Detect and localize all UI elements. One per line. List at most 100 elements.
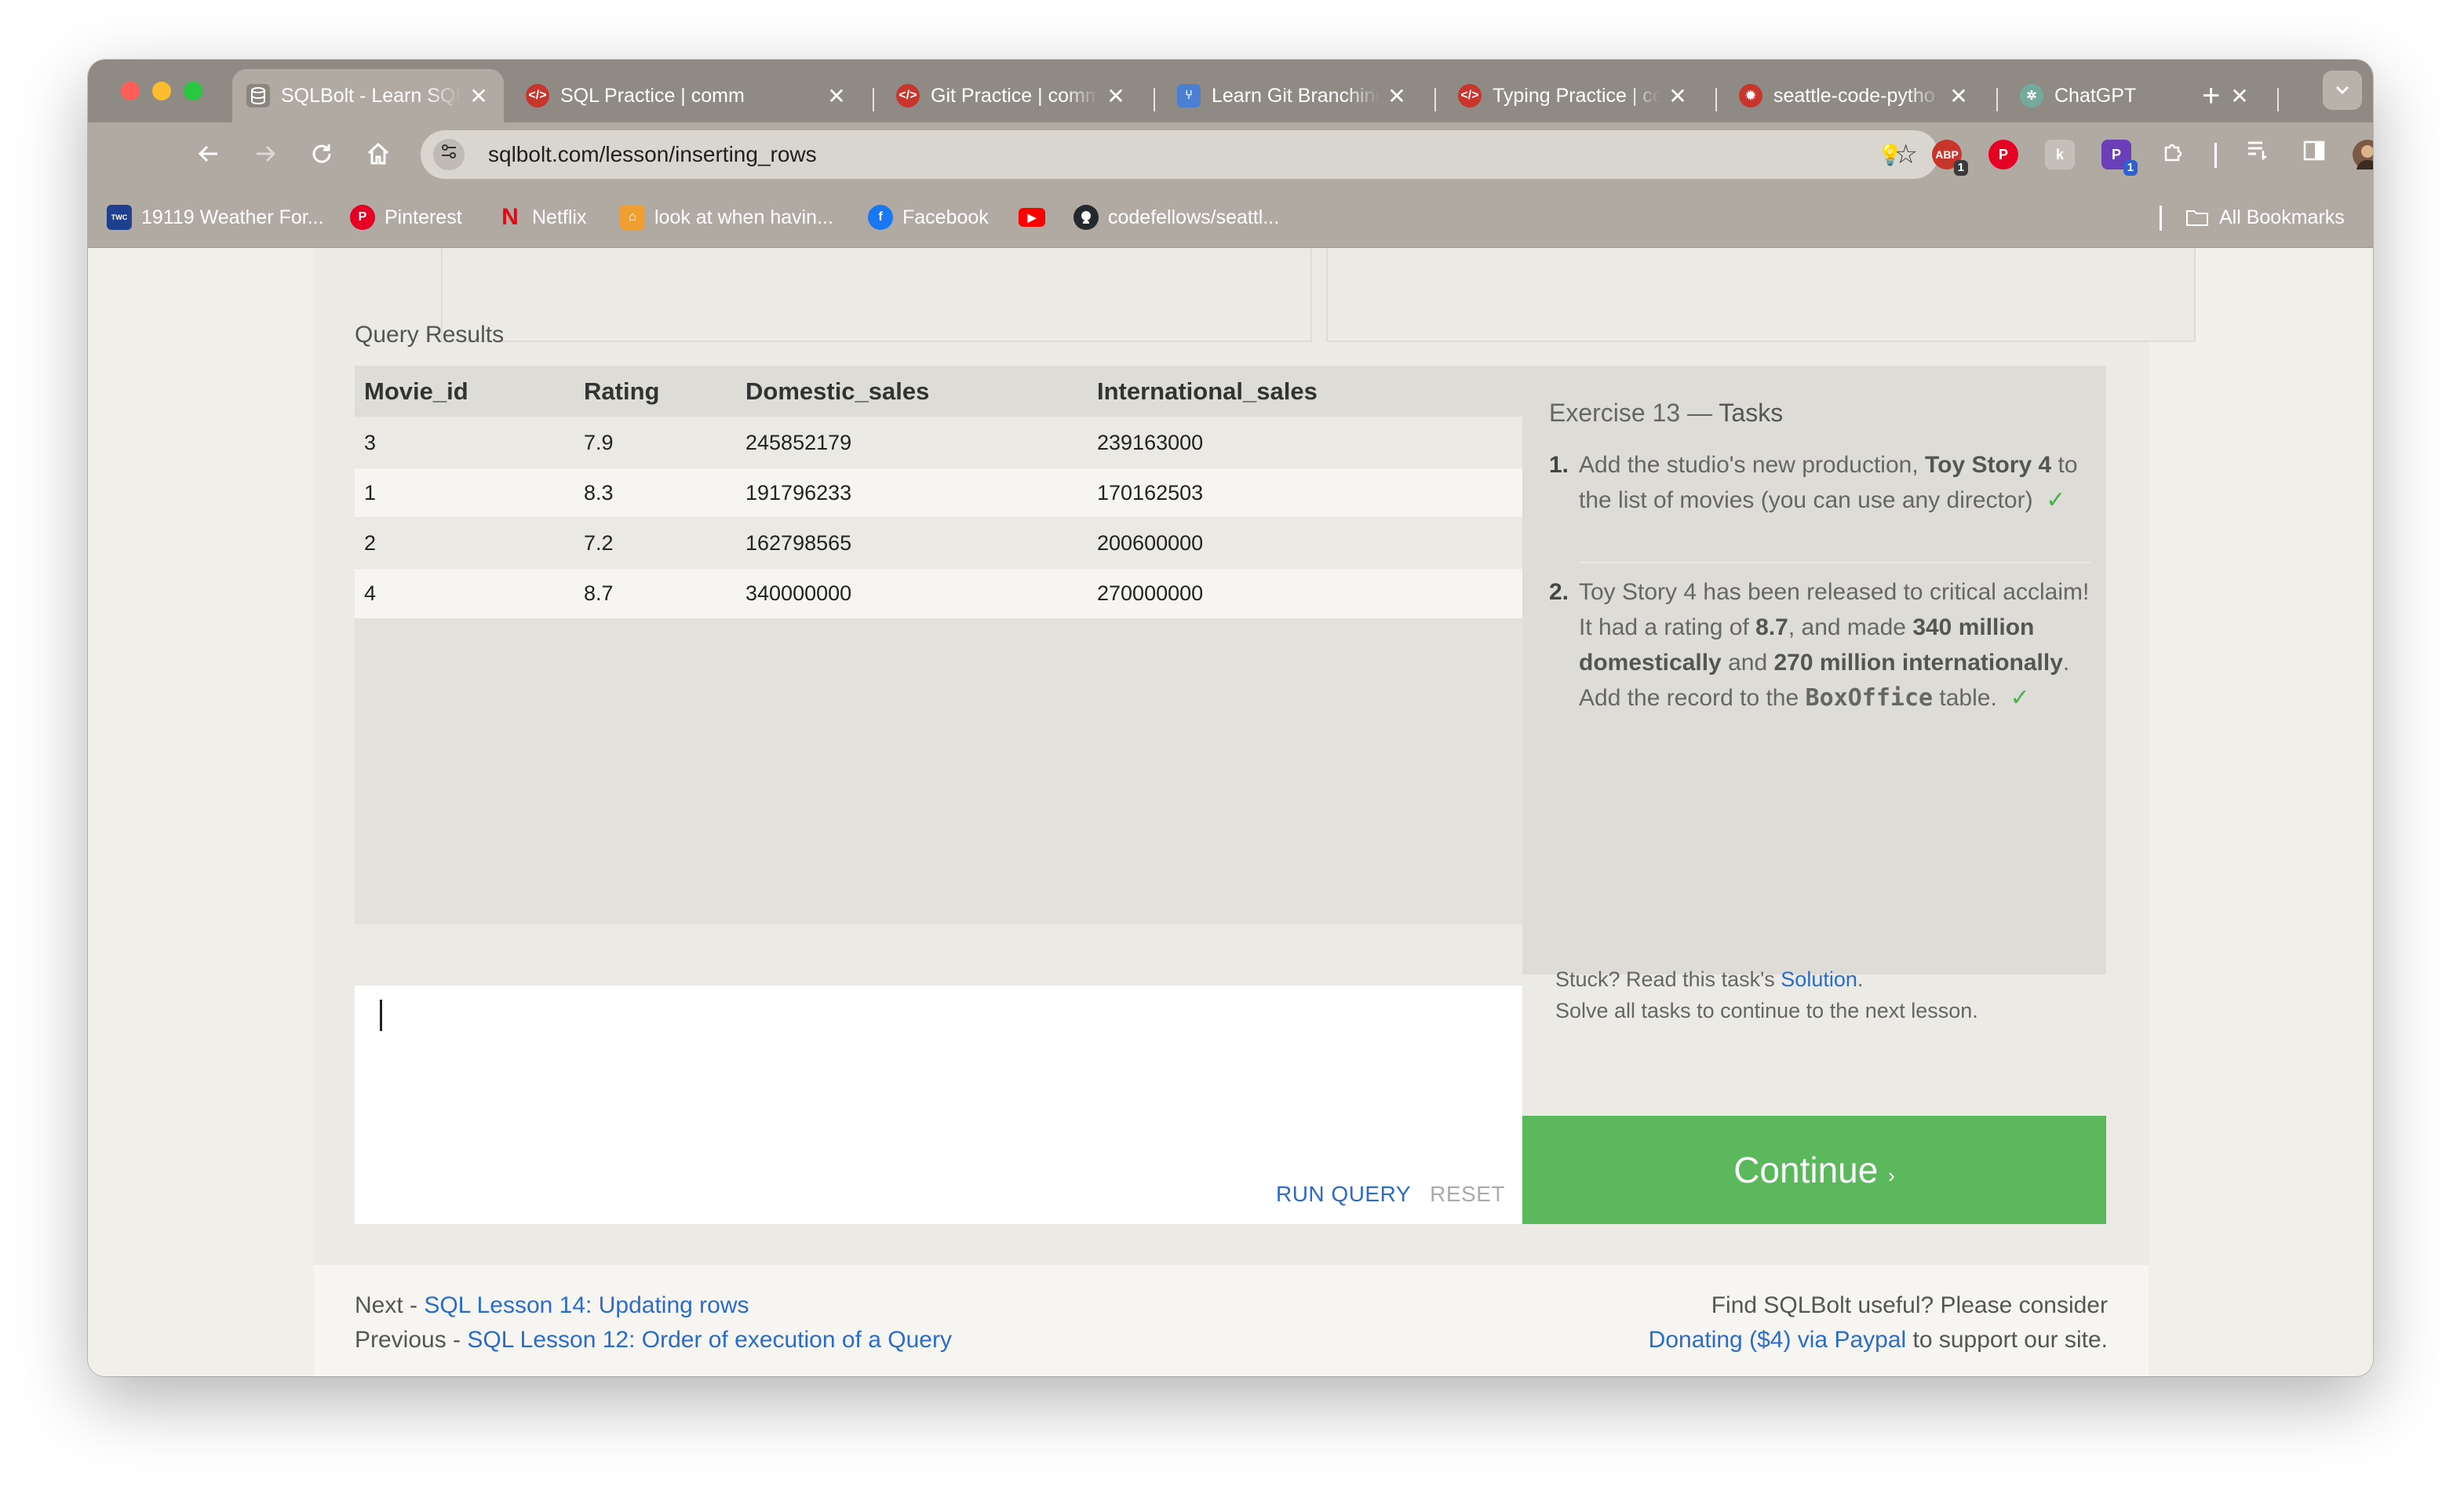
bookmark-netflix[interactable]: N Netflix bbox=[498, 187, 586, 248]
bookmark-github[interactable]: codefellows/seattl... bbox=[1073, 187, 1279, 248]
bookmark-pinterest[interactable]: P Pinterest bbox=[350, 187, 462, 248]
table-cell: 239163000 bbox=[1088, 417, 1522, 468]
tab-divider bbox=[1996, 88, 1998, 111]
bookmark-facebook[interactable]: f Facebook bbox=[868, 187, 989, 248]
folder-icon bbox=[2185, 205, 2210, 230]
close-icon[interactable]: ✕ bbox=[1667, 83, 1689, 109]
support-text: Find SQLBolt useful? Please consider bbox=[1711, 1292, 2108, 1318]
all-bookmarks-label: All Bookmarks bbox=[2219, 206, 2345, 228]
keyboard-extension-icon[interactable]: k bbox=[2045, 140, 2075, 169]
task-text: Toy Story 4 has been released to critica… bbox=[1579, 574, 2098, 716]
task-text: Add the studio's new production, Toy Sto… bbox=[1579, 447, 2098, 518]
donate-link[interactable]: Donating ($4) via Paypal bbox=[1649, 1327, 1907, 1353]
tab-search-button[interactable] bbox=[2323, 71, 2362, 110]
reset-button[interactable]: RESET bbox=[1430, 1182, 1505, 1207]
side-panel-icon[interactable] bbox=[2299, 140, 2329, 169]
tab-divider bbox=[1715, 88, 1717, 111]
extension-badge-icon[interactable]: ABP 1 bbox=[1932, 140, 1968, 176]
tab-seattle-code-python[interactable]: ✹ seattle-code-pytho ✕ bbox=[1725, 69, 1984, 122]
sql-editor[interactable]: RUN QUERY RESET bbox=[355, 986, 1522, 1224]
table-row: 3 7.9 245852179 239163000 bbox=[355, 417, 1522, 468]
table-cell: 200600000 bbox=[1088, 517, 1522, 568]
maximize-window-button[interactable] bbox=[184, 82, 202, 100]
bookmark-label: Netflix bbox=[532, 206, 587, 228]
pinterest-icon: P bbox=[350, 205, 375, 230]
toolbar-divider bbox=[2214, 143, 2217, 168]
reload-icon bbox=[312, 144, 331, 163]
table-row: 4 8.7 340000000 270000000 bbox=[355, 567, 1522, 618]
bookmarks-divider bbox=[2160, 206, 2162, 231]
table-cell: 245852179 bbox=[736, 417, 1088, 468]
youtube-icon: ▶ bbox=[1019, 208, 1045, 227]
tab-title: Learn Git Branching bbox=[1212, 84, 1380, 107]
codefellows-icon: </> bbox=[1458, 84, 1482, 107]
bookmark-youtube[interactable]: ▶ bbox=[1019, 187, 1055, 248]
close-icon[interactable]: ✕ bbox=[1386, 83, 1408, 109]
bookmark-label: codefellows/seattl... bbox=[1108, 206, 1280, 228]
close-icon[interactable]: ✕ bbox=[826, 83, 847, 109]
close-icon[interactable]: ✕ bbox=[2229, 83, 2251, 109]
checkmark-icon: ✓ bbox=[2010, 685, 2030, 711]
task-code: BoxOffice bbox=[1805, 684, 1934, 712]
table-cell: 162798565 bbox=[736, 517, 1088, 568]
chevron-down-icon bbox=[2335, 80, 2350, 100]
tab-typing-practice[interactable]: </> Typing Practice | co ✕ bbox=[1444, 69, 1703, 122]
task-number: 2. bbox=[1549, 579, 1569, 605]
text-cursor bbox=[380, 1000, 382, 1031]
browser-toolbar: sqlbolt.com/lesson/inserting_rows ☆ 💡 AB… bbox=[88, 122, 2373, 187]
task-1: 1. Add the studio's new production, Toy … bbox=[1549, 447, 2098, 518]
tab-sql-practice[interactable]: </> SQL Practice | comm ✕ bbox=[512, 69, 862, 122]
table-panel-right bbox=[1326, 248, 2196, 342]
table-row: 2 7.2 162798565 200600000 bbox=[355, 517, 1522, 568]
lightbulb-icon[interactable]: 💡 bbox=[1875, 140, 1905, 169]
back-button[interactable] bbox=[190, 135, 228, 173]
tab-divider bbox=[1154, 88, 1155, 111]
previous-lesson-link[interactable]: SQL Lesson 12: Order of execution of a Q… bbox=[467, 1327, 952, 1353]
tab-chatgpt[interactable]: ✲ ChatGPT ✕ bbox=[2006, 69, 2265, 122]
minimize-window-button[interactable] bbox=[152, 82, 171, 100]
tab-git-practice[interactable]: </> Git Practice | comm ✕ bbox=[882, 69, 1141, 122]
pinterest-extension-icon[interactable]: P bbox=[1988, 140, 2018, 169]
run-query-button[interactable]: RUN QUERY bbox=[1276, 1182, 1411, 1207]
previous-prefix: Previous - bbox=[355, 1327, 468, 1353]
checkmark-icon: ✓ bbox=[2046, 487, 2066, 513]
task-number: 1. bbox=[1549, 452, 1569, 478]
address-bar[interactable]: sqlbolt.com/lesson/inserting_rows ☆ bbox=[421, 130, 1938, 179]
table-panel-left bbox=[441, 248, 1312, 342]
task-text-part: table. bbox=[1933, 685, 1997, 711]
tab-sqlbolt[interactable]: SQLBolt - Learn SQL ✕ bbox=[232, 69, 504, 122]
purple-extension-icon[interactable]: P 1 bbox=[2101, 140, 2138, 176]
solution-link[interactable]: Solution bbox=[1781, 967, 1857, 991]
next-lesson-link[interactable]: SQL Lesson 14: Updating rows bbox=[424, 1292, 749, 1318]
tab-learn-git-branching[interactable]: ⑂ Learn Git Branching ✕ bbox=[1163, 69, 1422, 122]
close-icon[interactable]: ✕ bbox=[468, 83, 490, 109]
url-text[interactable]: sqlbolt.com/lesson/inserting_rows bbox=[488, 130, 817, 179]
close-icon[interactable]: ✕ bbox=[1948, 83, 1970, 109]
all-bookmarks-button[interactable]: All Bookmarks bbox=[2185, 187, 2345, 248]
page-viewport: Query Results Movie_id Rating Domestic_s… bbox=[88, 248, 2373, 1376]
new-tab-button[interactable]: + bbox=[2202, 77, 2220, 115]
bookmark-weather[interactable]: TWC 19119 Weather For... bbox=[107, 187, 324, 248]
task-text-bold: 270 million internationally bbox=[1773, 650, 2063, 676]
browser-window: SQLBolt - Learn SQL ✕ </> SQL Practice |… bbox=[88, 60, 2373, 1376]
table-cell: 1 bbox=[355, 467, 574, 518]
bookmark-folder-icon: ⌂ bbox=[620, 205, 645, 230]
support-text: to support our site. bbox=[1906, 1327, 2108, 1353]
column-header: Rating bbox=[574, 366, 736, 417]
puzzle-extensions-icon[interactable] bbox=[2158, 140, 2188, 169]
continue-button[interactable]: Continue › bbox=[1522, 1116, 2106, 1224]
arrow-right-icon bbox=[257, 145, 276, 162]
close-window-button[interactable] bbox=[121, 82, 140, 100]
bookmark-look-at[interactable]: ⌂ look at when havin... bbox=[620, 187, 833, 248]
home-button[interactable] bbox=[359, 135, 397, 173]
table-cell: 4 bbox=[355, 567, 574, 618]
reading-list-icon[interactable] bbox=[2243, 140, 2273, 169]
table-cell: 7.9 bbox=[574, 417, 736, 468]
table-cell: 191796233 bbox=[736, 467, 1088, 518]
profile-avatar-icon[interactable] bbox=[2353, 140, 2373, 169]
site-settings-icon[interactable] bbox=[433, 139, 465, 170]
close-icon[interactable]: ✕ bbox=[1105, 83, 1127, 109]
query-results-label: Query Results bbox=[355, 322, 505, 348]
forward-button[interactable] bbox=[246, 135, 284, 173]
reload-button[interactable] bbox=[303, 135, 341, 173]
